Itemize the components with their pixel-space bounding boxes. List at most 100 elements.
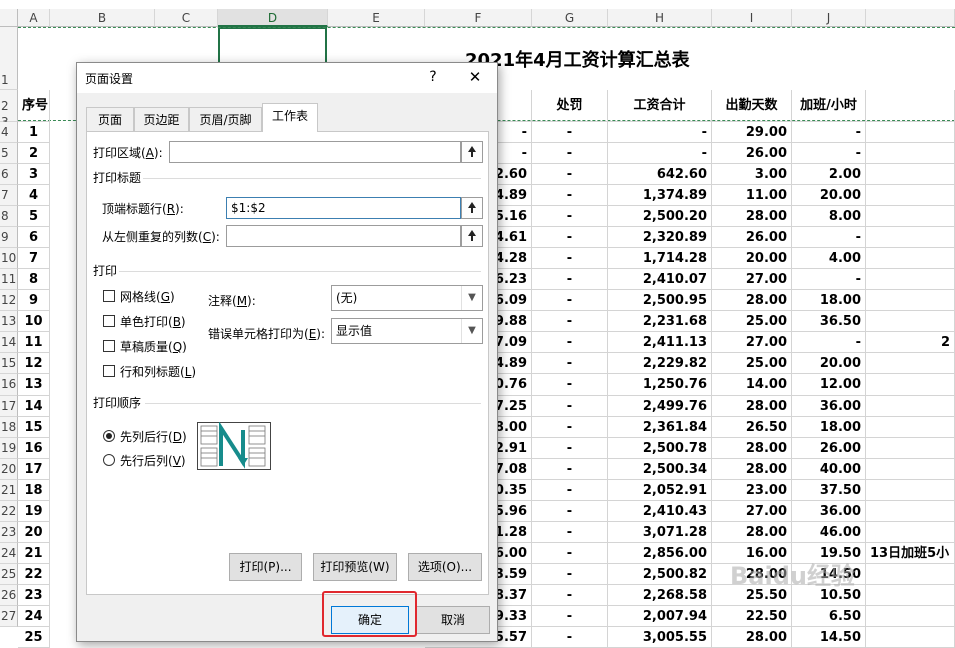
- comments-select[interactable]: (无) ▼: [331, 285, 483, 311]
- penalty-cell[interactable]: -: [532, 584, 608, 606]
- rows-repeat-input[interactable]: $1:$2: [226, 197, 461, 219]
- total-cell[interactable]: 2,052.91: [608, 479, 712, 501]
- row-col-headings-label[interactable]: 行和列标题(L): [120, 363, 196, 380]
- seq-cell[interactable]: 2: [18, 143, 50, 165]
- remark-cell[interactable]: [866, 437, 955, 459]
- total-cell[interactable]: 2,411.13: [608, 332, 712, 354]
- penalty-cell[interactable]: -: [532, 290, 608, 312]
- penalty-cell[interactable]: -: [532, 311, 608, 333]
- attendance-cell[interactable]: 11.00: [712, 185, 792, 207]
- row-header[interactable]: 10: [0, 248, 18, 270]
- seq-cell[interactable]: 12: [18, 353, 50, 375]
- seq-cell[interactable]: 21: [18, 542, 50, 564]
- row-header[interactable]: 17: [0, 395, 18, 417]
- penalty-cell[interactable]: -: [532, 206, 608, 228]
- black-and-white-label[interactable]: 单色打印(B): [120, 313, 186, 330]
- total-cell[interactable]: 2,856.00: [608, 542, 712, 564]
- penalty-cell[interactable]: -: [532, 248, 608, 270]
- remark-cell[interactable]: [866, 248, 955, 270]
- seq-cell[interactable]: 25: [18, 626, 50, 648]
- row-header[interactable]: 24: [0, 542, 18, 564]
- tab-header-footer[interactable]: 页眉/页脚: [189, 107, 262, 131]
- seq-cell[interactable]: 9: [18, 290, 50, 312]
- attendance-cell[interactable]: 28.00: [712, 206, 792, 228]
- cols-repeat-input[interactable]: [226, 225, 461, 247]
- header-cell-attendance[interactable]: 出勤天数: [712, 90, 792, 122]
- seq-cell[interactable]: 1: [18, 122, 50, 144]
- remark-cell[interactable]: [866, 416, 955, 438]
- column-header-E[interactable]: E: [328, 9, 425, 27]
- overtime-cell[interactable]: 2.00: [792, 164, 866, 186]
- penalty-cell[interactable]: -: [532, 332, 608, 354]
- overtime-cell[interactable]: 36.50: [792, 311, 866, 333]
- penalty-cell[interactable]: -: [532, 563, 608, 585]
- remark-cell[interactable]: [866, 458, 955, 480]
- penalty-cell[interactable]: -: [532, 353, 608, 375]
- penalty-cell[interactable]: -: [532, 227, 608, 249]
- attendance-cell[interactable]: 25.00: [712, 311, 792, 333]
- overtime-cell[interactable]: -: [792, 269, 866, 291]
- penalty-cell[interactable]: -: [532, 374, 608, 396]
- seq-cell[interactable]: 6: [18, 227, 50, 249]
- remark-cell[interactable]: [866, 206, 955, 228]
- penalty-cell[interactable]: -: [532, 542, 608, 564]
- column-header-J[interactable]: J: [792, 9, 866, 27]
- draft-quality-label[interactable]: 草稿质量(Q): [120, 338, 187, 355]
- seq-cell[interactable]: 17: [18, 458, 50, 480]
- seq-cell[interactable]: 3: [18, 164, 50, 186]
- row-header[interactable]: 21: [0, 479, 18, 501]
- row-header[interactable]: 4: [0, 122, 18, 144]
- row-header[interactable]: 26: [0, 584, 18, 606]
- remark-cell[interactable]: [866, 374, 955, 396]
- rows-repeat-collapse-button[interactable]: [461, 197, 483, 219]
- overtime-cell[interactable]: 26.00: [792, 437, 866, 459]
- total-cell[interactable]: 2,361.84: [608, 416, 712, 438]
- remark-cell[interactable]: [866, 521, 955, 543]
- overtime-cell[interactable]: -: [792, 227, 866, 249]
- row-header[interactable]: 12: [0, 290, 18, 312]
- penalty-cell[interactable]: -: [532, 122, 608, 144]
- overtime-cell[interactable]: 20.00: [792, 353, 866, 375]
- total-cell[interactable]: -: [608, 143, 712, 165]
- seq-cell[interactable]: 4: [18, 185, 50, 207]
- overtime-cell[interactable]: 40.00: [792, 458, 866, 480]
- column-header-G[interactable]: G: [532, 9, 608, 27]
- black-and-white-checkbox[interactable]: [103, 315, 115, 327]
- row-col-headings-checkbox[interactable]: [103, 365, 115, 377]
- attendance-cell[interactable]: 22.50: [712, 605, 792, 627]
- total-cell[interactable]: 3,071.28: [608, 521, 712, 543]
- remark-cell[interactable]: [866, 353, 955, 375]
- remark-cell[interactable]: [866, 290, 955, 312]
- column-header-D[interactable]: D: [218, 9, 328, 27]
- remark-cell[interactable]: [866, 584, 955, 606]
- gridlines-checkbox[interactable]: [103, 290, 115, 302]
- remark-cell[interactable]: [866, 122, 955, 144]
- seq-cell[interactable]: 14: [18, 395, 50, 417]
- row-header[interactable]: 9: [0, 227, 18, 249]
- gridlines-label[interactable]: 网格线(G): [120, 288, 175, 305]
- tab-page[interactable]: 页面: [86, 107, 134, 131]
- row-header[interactable]: 18: [0, 416, 18, 438]
- seq-cell[interactable]: 23: [18, 584, 50, 606]
- down-then-over-label[interactable]: 先列后行(D): [120, 428, 187, 445]
- remark-cell[interactable]: [866, 563, 955, 585]
- penalty-cell[interactable]: -: [532, 164, 608, 186]
- over-then-down-label[interactable]: 先行后列(V): [120, 452, 186, 469]
- print-area-input[interactable]: [169, 141, 461, 163]
- attendance-cell[interactable]: 28.00: [712, 626, 792, 648]
- row-header[interactable]: 7: [0, 185, 18, 207]
- overtime-cell[interactable]: 36.00: [792, 500, 866, 522]
- overtime-cell[interactable]: 18.00: [792, 290, 866, 312]
- row-header[interactable]: 13: [0, 311, 18, 333]
- attendance-cell[interactable]: 28.00: [712, 395, 792, 417]
- overtime-cell[interactable]: -: [792, 122, 866, 144]
- attendance-cell[interactable]: 26.50: [712, 416, 792, 438]
- penalty-cell[interactable]: -: [532, 458, 608, 480]
- column-header-H[interactable]: H: [608, 9, 712, 27]
- print-button[interactable]: 打印(P)...: [229, 553, 302, 581]
- total-cell[interactable]: 2,320.89: [608, 227, 712, 249]
- tab-sheet[interactable]: 工作表: [262, 103, 318, 132]
- tab-margins[interactable]: 页边距: [134, 107, 189, 131]
- column-header-extra[interactable]: [866, 9, 955, 27]
- header-cell-penalty[interactable]: 处罚: [532, 90, 608, 122]
